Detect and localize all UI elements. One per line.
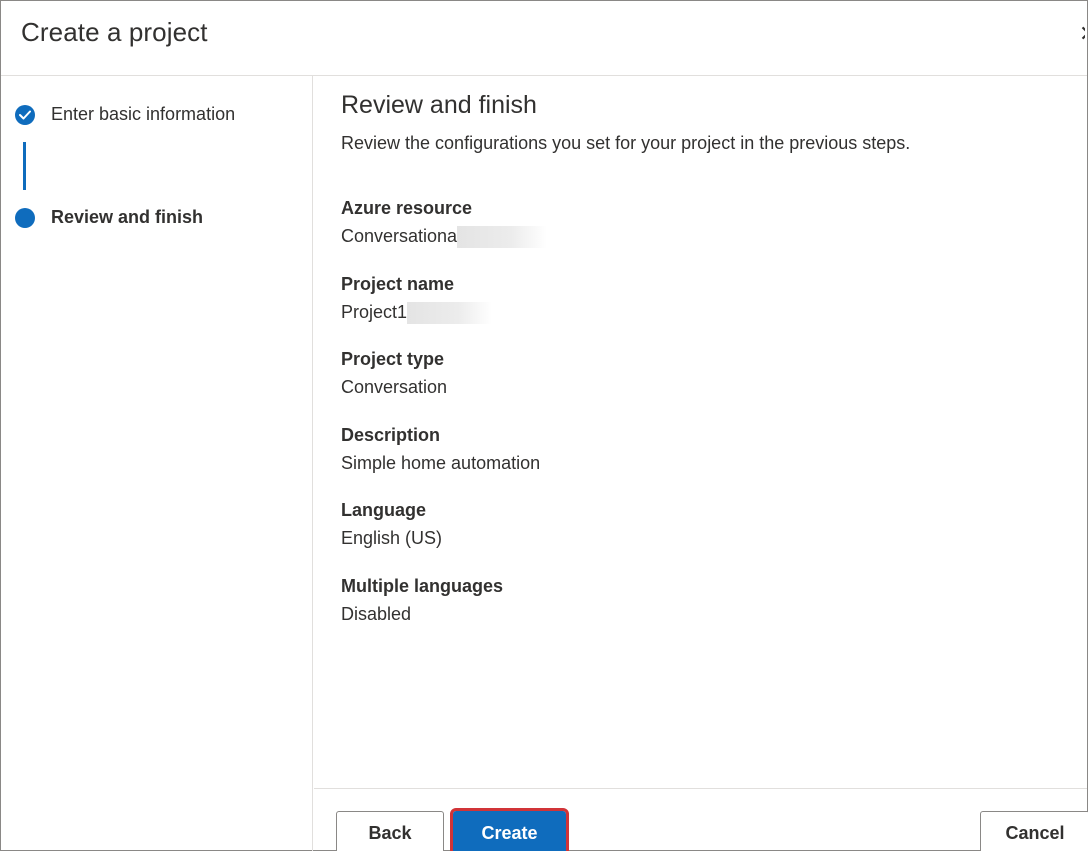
- dialog-header: Create a project ✕: [1, 1, 1087, 76]
- field-multiple-languages: Multiple languages Disabled: [341, 576, 503, 625]
- field-label: Multiple languages: [341, 576, 504, 596]
- page-description: Review the configurations you set for yo…: [341, 133, 911, 153]
- field-value: Simple home automation: [341, 453, 541, 473]
- checkmark-icon: [15, 104, 35, 125]
- field-label: Azure resource: [341, 198, 473, 218]
- field-value: Disabled: [341, 604, 412, 624]
- field-description: Description Simple home automation: [341, 425, 540, 474]
- review-panel: Review and finish Review the configurati…: [314, 76, 1087, 788]
- current-step-dot-icon: [15, 207, 35, 228]
- field-language: Language English (US): [341, 500, 442, 549]
- cancel-button[interactable]: Cancel: [980, 811, 1088, 851]
- dialog-footer: Back Create Cancel: [314, 788, 1088, 851]
- field-label: Language: [341, 500, 427, 520]
- back-button[interactable]: Back: [336, 811, 444, 851]
- azure-resource-value: Conversationa: [341, 226, 458, 246]
- create-button[interactable]: Create: [450, 808, 569, 851]
- field-value: Conversation: [341, 377, 448, 397]
- project-name-value: Project1: [341, 302, 408, 322]
- step-review-and-finish[interactable]: Review and finish: [15, 207, 203, 228]
- dialog-title: Create a project: [21, 17, 208, 47]
- redacted-text: [457, 226, 548, 249]
- page-title: Review and finish: [341, 91, 537, 119]
- field-label: Project type: [341, 349, 445, 369]
- field-label: Description: [341, 425, 441, 445]
- close-icon[interactable]: ✕: [1079, 23, 1085, 45]
- step-connector: [23, 142, 26, 190]
- step-label: Enter basic information: [51, 104, 236, 124]
- field-label: Project name: [341, 274, 455, 294]
- redacted-text: [407, 302, 493, 325]
- create-project-dialog: Create a project ✕ Enter basic informati…: [0, 0, 1088, 851]
- field-value: Project1: [341, 302, 493, 325]
- wizard-stepper: Enter basic information Review and finis…: [1, 76, 313, 851]
- field-value: Conversationa: [341, 226, 548, 249]
- field-project-name: Project name Project1: [341, 274, 493, 325]
- field-azure-resource: Azure resource Conversationa: [341, 198, 548, 249]
- step-label: Review and finish: [51, 207, 204, 227]
- step-enter-basic-information[interactable]: Enter basic information: [15, 104, 235, 125]
- field-value: English (US): [341, 528, 443, 548]
- field-project-type: Project type Conversation: [341, 349, 447, 398]
